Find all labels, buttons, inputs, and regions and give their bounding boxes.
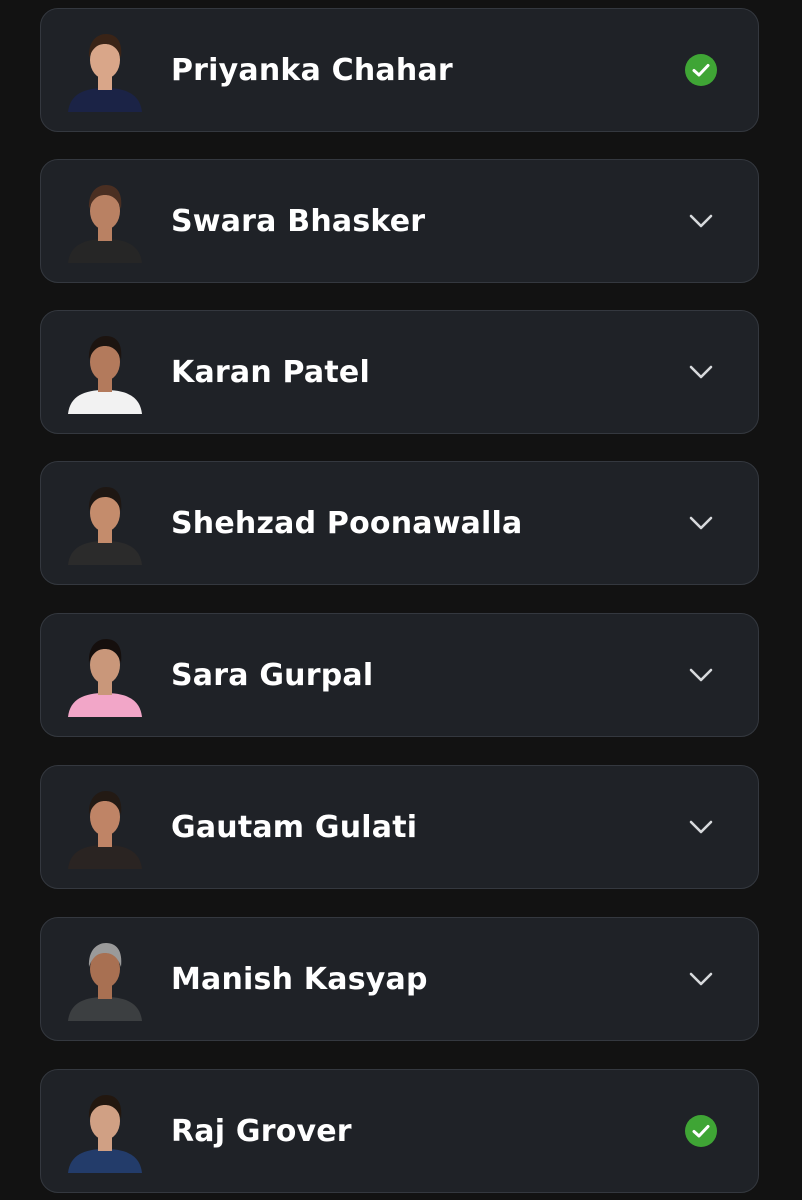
contestant-card-gautam-gulati[interactable]: Gautam Gulati [40,765,759,889]
contestant-name: Shehzad Poonawalla [171,505,523,541]
avatar [64,783,146,869]
avatar [64,177,146,263]
avatar [64,935,146,1021]
avatar [64,479,146,565]
contestant-name: Manish Kasyap [171,961,428,997]
chevron-down-icon[interactable] [684,355,718,389]
avatar [64,631,146,717]
contestant-name: Sara Gurpal [171,657,374,693]
chevron-down-icon[interactable] [684,506,718,540]
avatar [64,328,146,414]
contestant-card-raj-grover[interactable]: Raj Grover [40,1069,759,1193]
contestant-card-sara-gurpal[interactable]: Sara Gurpal [40,613,759,737]
chevron-down-icon[interactable] [684,962,718,996]
chevron-down-icon[interactable] [684,658,718,692]
contestant-list: Priyanka Chahar Swara Bhasker Karan Patel S… [0,0,802,1200]
contestant-name: Priyanka Chahar [171,52,453,88]
contestant-name: Karan Patel [171,354,370,390]
contestant-card-manish-kasyap[interactable]: Manish Kasyap [40,917,759,1041]
contestant-card-karan-patel[interactable]: Karan Patel [40,310,759,434]
contestant-name: Raj Grover [171,1113,352,1149]
contestant-name: Gautam Gulati [171,809,418,845]
contestant-name: Swara Bhasker [171,203,426,239]
chevron-down-icon[interactable] [684,204,718,238]
contestant-card-shehzad-poonawalla[interactable]: Shehzad Poonawalla [40,461,759,585]
contestant-card-priyanka-chahar[interactable]: Priyanka Chahar [40,8,759,132]
contestant-card-swara-bhasker[interactable]: Swara Bhasker [40,159,759,283]
check-circle-icon [684,1114,718,1148]
check-circle-icon [684,53,718,87]
chevron-down-icon[interactable] [684,810,718,844]
avatar [64,1087,146,1173]
avatar [64,26,146,112]
